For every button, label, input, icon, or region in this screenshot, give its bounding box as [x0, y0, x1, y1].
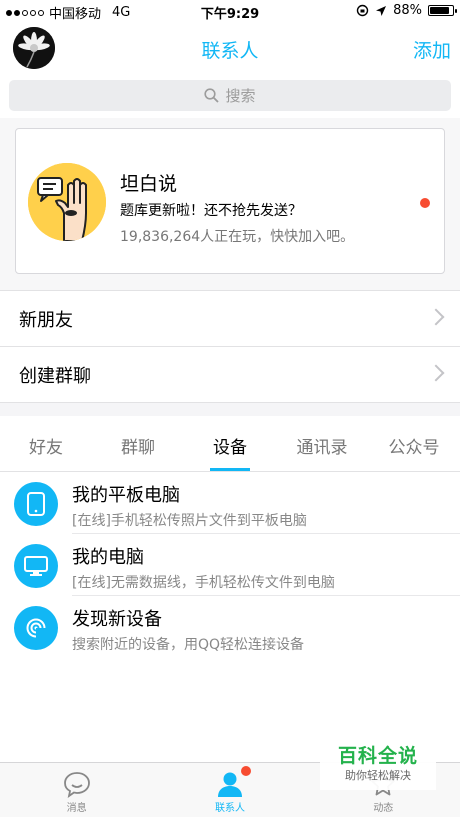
tab-official-accounts[interactable]: 公众号	[368, 416, 460, 471]
device-list: 我的平板电脑 [在线]手机轻松传照片文件到平板电脑 我的电脑 [在线]无需数据线…	[0, 472, 460, 762]
create-group-chat-label: 创建群聊	[19, 365, 91, 387]
card-subtitle: 题库更新啦！还不抢先发送？	[120, 203, 302, 219]
battery-percent: 88%	[393, 3, 422, 18]
device-item-computer[interactable]: 我的电脑 [在线]无需数据线，手机轻松传文件到电脑	[0, 534, 460, 596]
promo-area: 坦白说 题库更新啦！还不抢先发送？ 19,836,264人正在玩，快快加入吧。	[0, 118, 460, 290]
watermark-logo: 百科全说 助你轻松解决	[320, 744, 436, 790]
chevron-right-icon	[427, 308, 445, 326]
watermark-line1: 百科全说	[337, 745, 418, 767]
card-player-count: 19,836,264人正在玩，快快加入吧。	[120, 229, 355, 245]
tanbaishuo-card[interactable]: 坦白说 题库更新啦！还不抢先发送？ 19,836,264人正在玩，快快加入吧。	[15, 128, 445, 274]
card-title: 坦白说	[120, 173, 178, 195]
nav-header: 联系人 添加	[0, 22, 460, 74]
tabbar-label: 联系人	[214, 803, 245, 814]
watermark-line2: 助你轻松解决	[345, 769, 411, 782]
device-name: 我的电脑	[72, 547, 144, 568]
page-title: 联系人	[201, 40, 259, 62]
tab-devices[interactable]: 设备	[184, 416, 276, 471]
contact-actions-list: 新朋友 创建群聊	[0, 290, 460, 402]
tabbar-label: 动态	[373, 803, 394, 814]
section-divider	[0, 402, 460, 416]
device-desc: [在线]无需数据线，手机轻松传文件到电脑	[72, 575, 335, 591]
new-friends-row[interactable]: 新朋友	[0, 290, 460, 346]
search-bar-container: 搜索	[0, 74, 460, 118]
tab-address-book[interactable]: 通讯录	[276, 416, 368, 471]
search-placeholder: 搜索	[225, 87, 256, 105]
create-group-chat-row[interactable]: 创建群聊	[0, 346, 460, 402]
chevron-right-icon	[427, 364, 445, 382]
rotation-lock-icon	[356, 4, 369, 17]
contacts-tabs: 好友 群聊 设备 通讯录 公众号	[0, 416, 460, 472]
tablet-icon	[14, 482, 58, 526]
tab-friends[interactable]: 好友	[0, 416, 92, 471]
tabbar-label: 消息	[66, 803, 87, 814]
tanbaishuo-logo-icon	[28, 163, 106, 241]
search-icon	[204, 88, 220, 103]
contacts-person-icon	[217, 772, 242, 797]
tabbar-contacts[interactable]: 联系人	[153, 763, 306, 817]
device-item-tablet[interactable]: 我的平板电脑 [在线]手机轻松传照片文件到平板电脑	[0, 472, 460, 534]
status-bar: 中国移动 4G 下午9:29 88%	[0, 0, 460, 22]
location-arrow-icon	[376, 5, 387, 16]
device-name: 发现新设备	[72, 609, 162, 630]
tabbar-messages[interactable]: 消息	[0, 763, 153, 817]
radar-icon	[14, 606, 58, 650]
add-button[interactable]: 添加	[413, 36, 451, 63]
device-desc: 搜索附近的设备，用QQ轻松连接设备	[72, 637, 305, 653]
notification-badge-dot	[241, 766, 252, 776]
monitor-icon	[14, 544, 58, 588]
tab-groups[interactable]: 群聊	[92, 416, 184, 471]
new-badge-dot	[420, 198, 430, 208]
battery-icon	[428, 5, 457, 16]
chat-bubble-icon	[63, 772, 90, 798]
device-item-discover[interactable]: 发现新设备 搜索附近的设备，用QQ轻松连接设备	[0, 596, 460, 658]
new-friends-label: 新朋友	[19, 309, 73, 331]
device-name: 我的平板电脑	[72, 485, 180, 506]
search-input[interactable]: 搜索	[9, 80, 451, 111]
device-desc: [在线]手机轻松传照片文件到平板电脑	[72, 513, 307, 529]
